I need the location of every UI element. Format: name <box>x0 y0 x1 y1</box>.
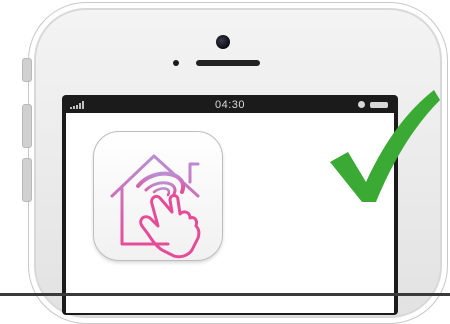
earpiece-speaker <box>196 60 260 66</box>
proximity-sensor <box>173 60 179 66</box>
home-hand-tap-icon <box>110 154 201 259</box>
app-icon[interactable] <box>93 131 223 261</box>
checkmark-icon <box>330 90 440 202</box>
volume-up-button <box>22 104 32 148</box>
mute-switch <box>22 58 32 82</box>
volume-down-button <box>22 158 32 202</box>
front-camera <box>216 35 230 49</box>
